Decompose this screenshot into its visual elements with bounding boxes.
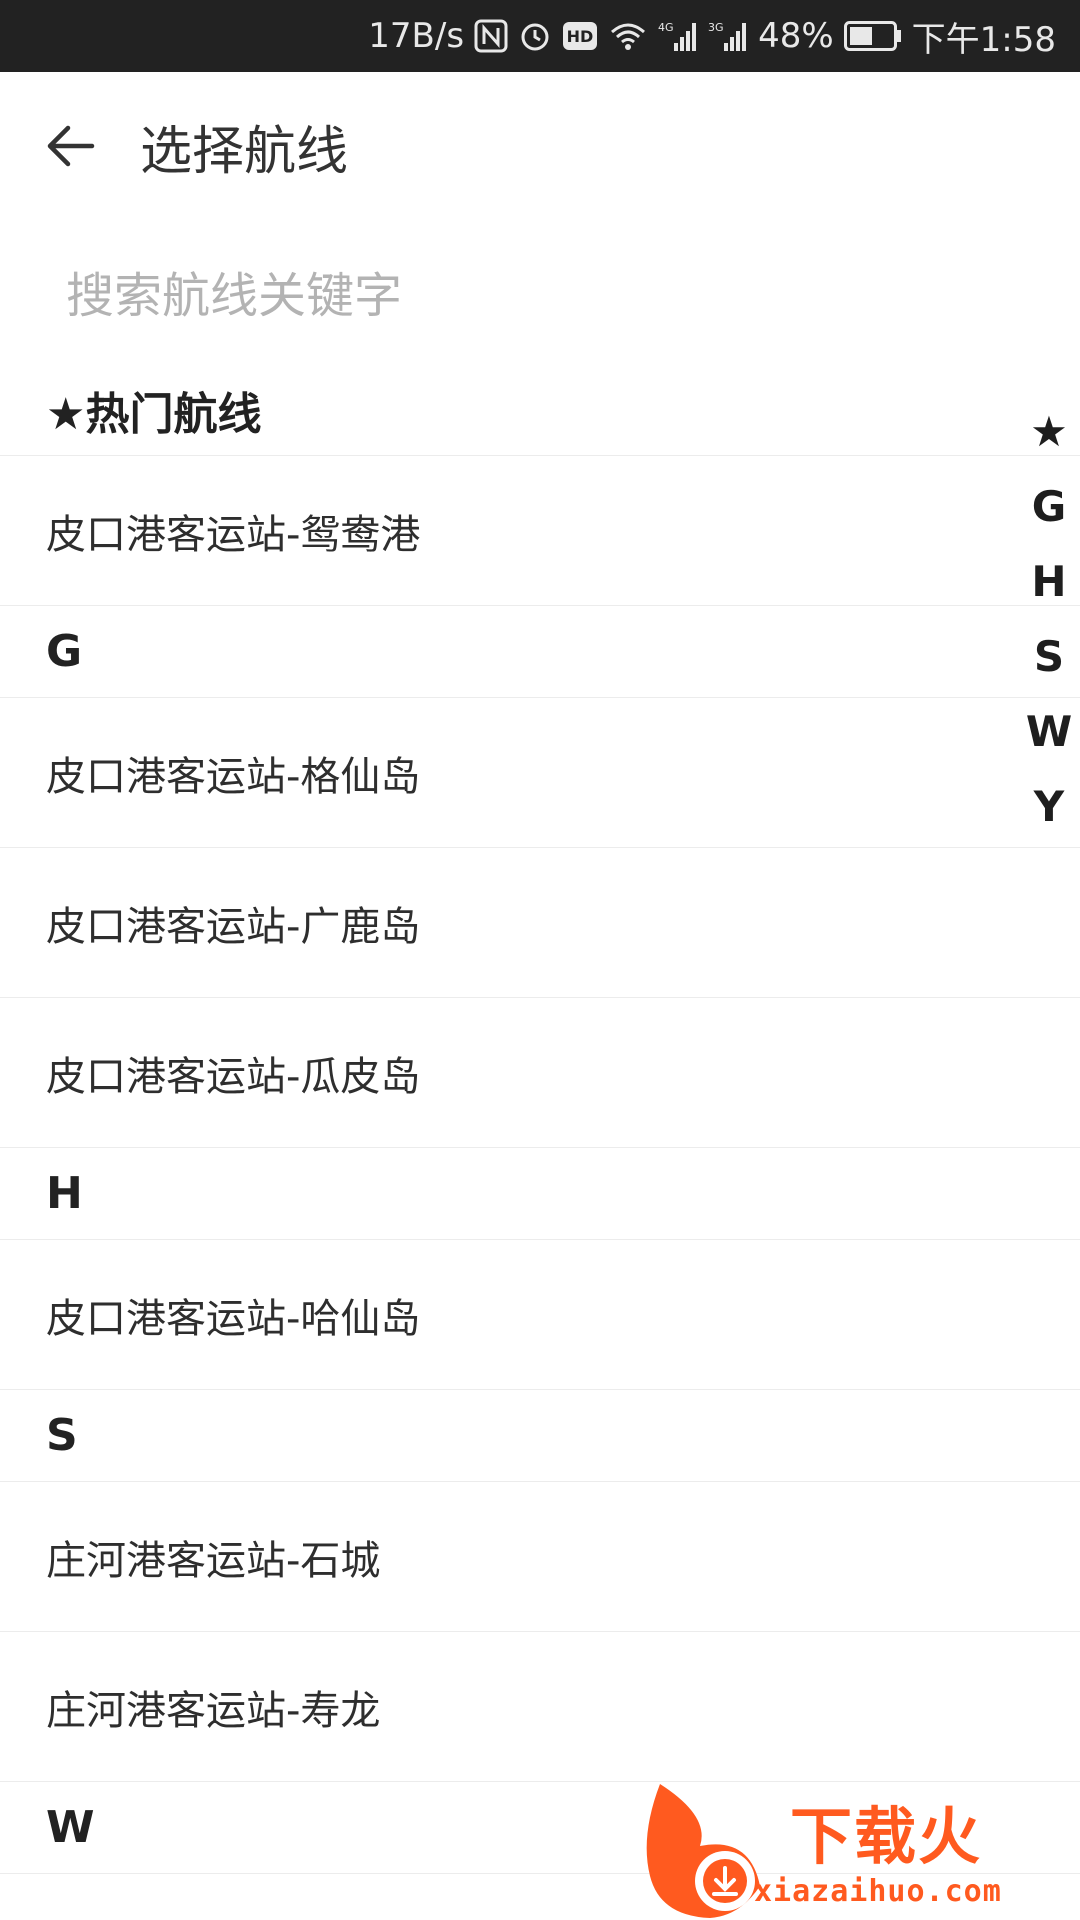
back-arrow-icon [47,125,95,167]
index-letter-y[interactable]: Y [1034,769,1064,844]
route-item[interactable]: 皮口港客运站-哈仙岛 [0,1240,1080,1390]
nfc-icon [474,19,508,53]
route-item[interactable]: 皮口港客运站-瓜皮岛 [0,998,1080,1148]
route-item[interactable]: 皮口港客运站-广鹿岛 [0,848,1080,998]
alarm-icon [518,19,552,53]
net-speed: 17B/s [368,16,465,56]
route-item[interactable]: 皮口港客运站-格仙岛 [0,698,1080,848]
index-letter-hot[interactable]: ★ [1030,394,1068,469]
battery-icon [843,21,902,51]
section-header-hot: ★热门航线 [0,364,1080,456]
section-header-g: G [0,606,1080,698]
status-bar: 17B/s HD 4G 3G 48% 下午1:58 [0,0,1080,72]
index-letter-g[interactable]: G [1032,469,1066,544]
index-letter-s[interactable]: S [1034,619,1064,694]
page-title: 选择航线 [140,121,349,182]
index-letter-h[interactable]: H [1031,544,1066,619]
signal-3g-icon: 3G [708,19,748,53]
svg-text:4G: 4G [658,21,674,34]
watermark-brand: 下载火 [790,1800,983,1873]
hd-icon: HD [562,21,598,51]
signal-4g-icon: 4G [658,19,698,53]
section-header-h: H [0,1148,1080,1240]
watermark-url: xiazaihuo.com [754,1874,1002,1909]
route-item[interactable]: 庄河港客运站-寿龙 [0,1632,1080,1782]
index-sidebar[interactable]: ★ G H S W Y [1024,394,1074,844]
svg-text:3G: 3G [708,21,724,34]
search-input[interactable] [66,248,966,344]
battery-percent: 48% [758,16,834,56]
clock: 下午1:58 [911,19,1056,60]
back-button[interactable] [0,72,140,220]
route-item[interactable]: 皮口港客运站-鸳鸯港 [0,456,1080,606]
wifi-icon [608,20,648,52]
svg-text:HD: HD [567,27,594,46]
section-header-s: S [0,1390,1080,1482]
route-list: ★热门航线 皮口港客运站-鸳鸯港 G 皮口港客运站-格仙岛 皮口港客运站-广鹿岛… [0,364,1080,1874]
route-item[interactable]: 庄河港客运站-石城 [0,1482,1080,1632]
index-letter-w[interactable]: W [1026,694,1072,769]
app-bar: 选择航线 [0,72,1080,220]
